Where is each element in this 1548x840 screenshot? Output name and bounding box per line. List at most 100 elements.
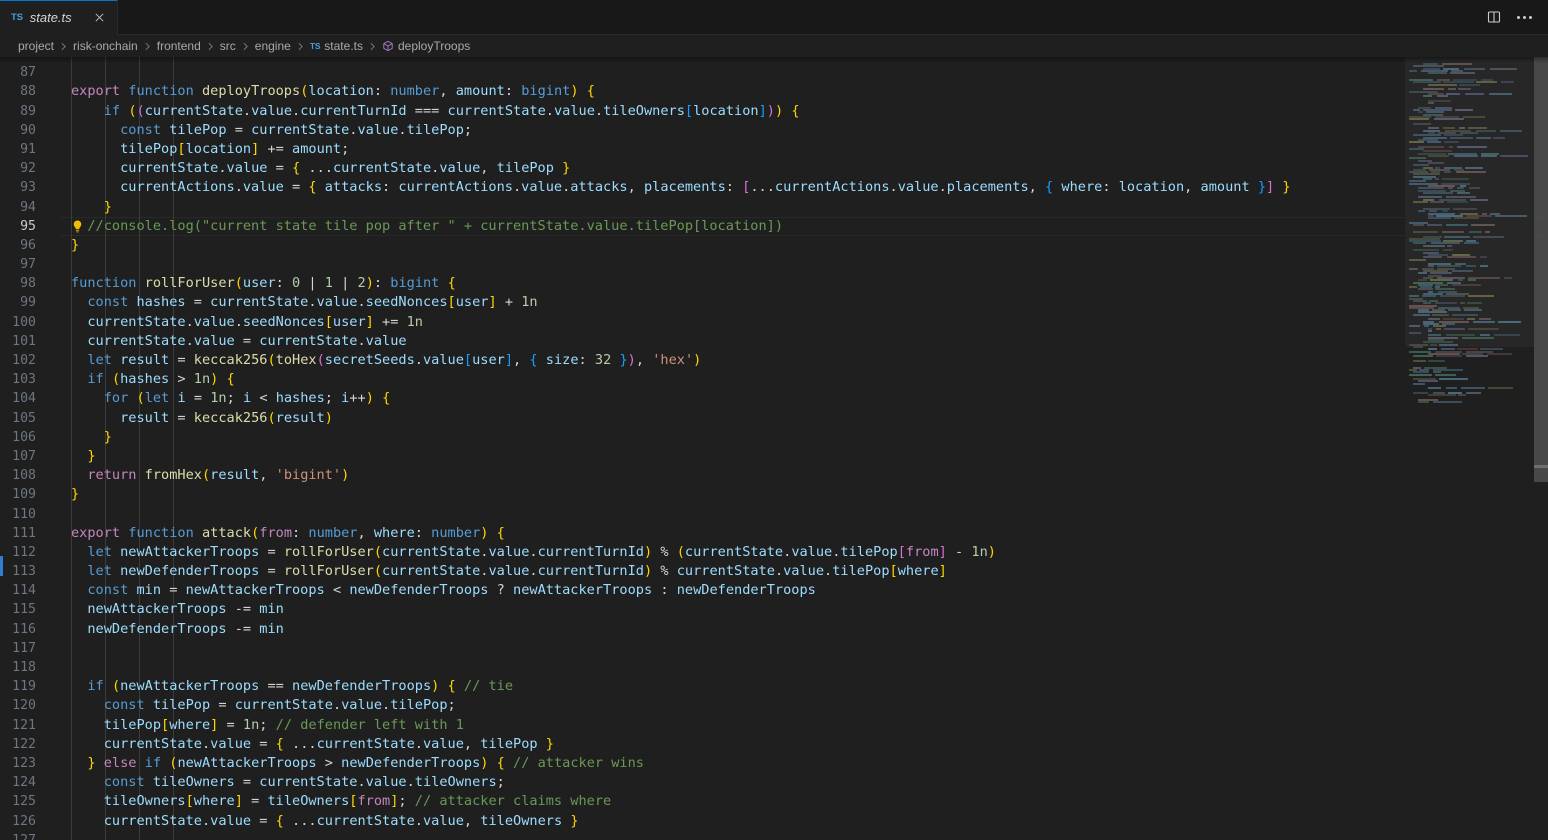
code-line[interactable]: 119 if (newAttackerTroops == newDefender…	[0, 677, 1548, 696]
code-line[interactable]: 100 currentState.value.seedNonces[user] …	[0, 313, 1548, 332]
minimap-line-segment	[1430, 272, 1452, 275]
code-line-text: currentState.value = { ...currentState.v…	[120, 160, 571, 177]
code-line[interactable]: 95 //console.log("current state tile pop…	[0, 216, 1548, 237]
code-line-text	[60, 505, 1548, 524]
code-line[interactable]: 102 let result = keccak256(toHex(secretS…	[0, 351, 1548, 370]
code-line[interactable]: 115 newAttackerTroops -= min	[0, 600, 1548, 619]
minimap-line-segment	[1486, 352, 1512, 355]
code-action-lightbulb-icon[interactable]	[70, 219, 85, 234]
code-line[interactable]: 125 tileOwners[where] = tileOwners[from]…	[0, 792, 1548, 811]
code-line[interactable]: 104 for (let i = 1n; i < hashes; i++) {	[0, 389, 1548, 408]
code-line[interactable]: 126 currentState.value = { ...currentSta…	[0, 812, 1548, 831]
code-line[interactable]: 106 }	[0, 428, 1548, 447]
code-line[interactable]: 94 }	[0, 198, 1548, 217]
breadcrumb-label: state.ts	[324, 39, 363, 53]
minimap-line-segment	[1448, 187, 1454, 190]
line-number: 93	[20, 180, 36, 196]
breadcrumb-item-engine[interactable]: engine	[254, 39, 292, 53]
minimap-line-segment	[1432, 313, 1449, 316]
line-number: 118	[12, 660, 36, 675]
line-number: 92	[20, 161, 36, 177]
code-line[interactable]: 116 newDefenderTroops -= min	[0, 620, 1548, 639]
minimap-line-segment	[1480, 265, 1489, 268]
breadcrumb-item-project[interactable]: project	[17, 39, 55, 53]
line-number: 107	[12, 448, 36, 464]
code-editor[interactable]: 86 87 88export function deployTroops(loc…	[0, 57, 1548, 840]
code-line[interactable]: 87	[0, 63, 1548, 82]
code-line[interactable]: 107 }	[0, 447, 1548, 466]
code-line[interactable]: 109}	[0, 485, 1548, 504]
code-line[interactable]: 112 let newAttackerTroops = rollForUser(…	[0, 543, 1548, 562]
code-line[interactable]: 101 currentState.value = currentState.va…	[0, 332, 1548, 351]
code-line[interactable]: 111 export function attack(from: number, …	[0, 524, 1548, 543]
minimap-line-segment	[1459, 83, 1480, 86]
code-line[interactable]: 120 const tilePop = currentState.value.t…	[0, 696, 1548, 715]
minimap-line-segment	[1434, 302, 1457, 305]
minimap-line-segment	[1445, 92, 1461, 95]
vertical-scrollbar[interactable]	[1534, 57, 1548, 840]
line-number: 125	[12, 794, 36, 810]
code-line-text: newDefenderTroops -= min	[87, 620, 284, 637]
close-icon[interactable]	[89, 8, 109, 28]
code-lines: 86 87 88export function deployTroops(loc…	[0, 57, 1548, 840]
code-line[interactable]: 97	[0, 255, 1548, 274]
code-line[interactable]: 92 currentState.value = { ...currentStat…	[0, 159, 1548, 178]
line-number: 99	[20, 295, 36, 311]
code-content-area[interactable]: 86 87 88export function deployTroops(loc…	[0, 57, 1548, 840]
code-line-text: //console.log("current state tile pop af…	[87, 217, 784, 234]
code-line[interactable]: 117	[0, 639, 1548, 658]
minimap-line-segment	[1457, 279, 1464, 282]
code-line[interactable]: 113 let newDefenderTroops = rollForUser(…	[0, 562, 1548, 581]
minimap-line-segment	[1435, 373, 1457, 376]
minimap-line-segment	[1466, 302, 1483, 305]
code-line[interactable]: 127	[0, 831, 1548, 840]
minimap-line-segment	[1409, 118, 1429, 121]
minimap-line-segment	[1466, 391, 1482, 394]
code-line[interactable]: 91 tilePop[location] += amount;	[0, 140, 1548, 159]
tab-state-ts[interactable]: TS state.ts	[0, 0, 118, 35]
minimap-line-segment	[1466, 355, 1488, 358]
line-number: 101	[12, 333, 36, 349]
minimap-line-segment	[1457, 145, 1487, 148]
code-line[interactable]: 90 const tilePop = currentState.value.ti…	[0, 121, 1548, 140]
more-actions-icon[interactable]	[1510, 3, 1538, 31]
code-line[interactable]: 103 if (hashes > 1n) {	[0, 370, 1548, 389]
minimap-line-segment	[1423, 302, 1432, 305]
code-line[interactable]: 108 return fromHex(result, 'bigint')	[0, 466, 1548, 485]
breadcrumb-item-risk-onchain[interactable]: risk-onchain	[72, 39, 139, 53]
code-line[interactable]: 124 const tileOwners = currentState.valu…	[0, 773, 1548, 792]
scrollbar-thumb[interactable]	[1534, 57, 1548, 482]
breadcrumb-item-src[interactable]: src	[219, 39, 237, 53]
breadcrumb-item-deploy-troops[interactable]: deployTroops	[381, 39, 471, 53]
breadcrumb-item-frontend[interactable]: frontend	[156, 39, 202, 53]
minimap-line-segment	[1446, 201, 1469, 203]
code-line[interactable]: 96}	[0, 236, 1548, 255]
code-line[interactable]: 99 const hashes = currentState.value.see…	[0, 293, 1548, 312]
line-number: 127	[0, 831, 60, 840]
line-number: 89	[20, 103, 36, 119]
code-line[interactable]: 114 const min = newAttackerTroops < newD…	[0, 581, 1548, 600]
code-line-text: return fromHex(result, 'bigint')	[87, 467, 350, 484]
code-line-text: }	[87, 447, 96, 464]
minimap-line-segment	[1444, 141, 1460, 144]
minimap-line-segment	[1449, 72, 1475, 75]
breadcrumb-item-state-ts[interactable]: TS state.ts	[309, 39, 364, 53]
split-editor-right-icon[interactable]	[1480, 3, 1508, 31]
code-line[interactable]: 110	[0, 505, 1548, 524]
code-line[interactable]: 93 currentActions.value = { attacks: cur…	[0, 178, 1548, 197]
code-line[interactable]: 89 if ((currentState.value.currentTurnId…	[0, 102, 1548, 121]
line-number: 88	[20, 84, 36, 100]
minimap-line-segment	[1428, 329, 1433, 332]
code-line[interactable]: 88 export function deployTroops(location:…	[0, 82, 1548, 101]
minimap-line-segment	[1467, 279, 1476, 282]
code-line[interactable]: 123 } else if (newAttackerTroops > newDe…	[0, 754, 1548, 773]
minimap-line-segment	[1428, 318, 1440, 321]
code-line[interactable]: 121 tilePop[where] = 1n; // defender lef…	[0, 716, 1548, 735]
minimap-line-segment	[1413, 391, 1428, 394]
code-line[interactable]: 98 function rollForUser(user: 0 | 1 | 2):…	[0, 274, 1548, 293]
code-line[interactable]: 105 result = keccak256(result)	[0, 409, 1548, 428]
code-line[interactable]: 122 currentState.value = { ...currentSta…	[0, 735, 1548, 754]
code-line[interactable]: 118	[0, 658, 1548, 677]
minimap[interactable]	[1405, 57, 1534, 840]
minimap-line-segment	[1480, 256, 1487, 259]
